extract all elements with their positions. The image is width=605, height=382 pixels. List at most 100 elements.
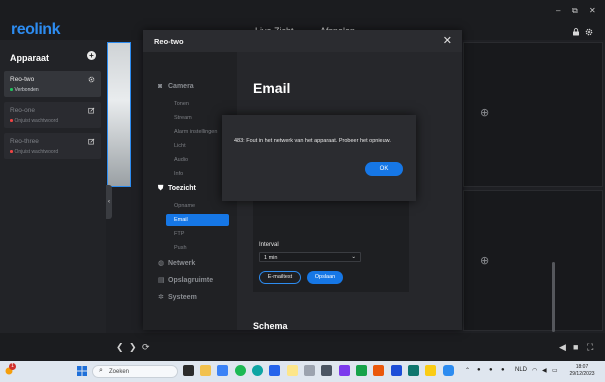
taskbar-search-box[interactable]: ⌕ Zoeken [92, 365, 178, 378]
app-icon[interactable] [425, 365, 436, 376]
error-dialog: 483: Fout in het netwerk van het apparaa… [222, 115, 416, 201]
storage-icon: ▤ [158, 277, 165, 284]
search-placeholder: Zoeken [109, 369, 130, 375]
windows-start-icon[interactable] [77, 366, 87, 379]
notification-badge: 1 [9, 363, 16, 370]
file-explorer-icon[interactable] [200, 365, 211, 376]
device-name: Reo-two [10, 76, 35, 83]
dialog-title: Reo-two [154, 37, 184, 46]
device-item-reo-three[interactable]: Reo-three Onjuist wachtwoord [4, 133, 101, 159]
nav-item-stream[interactable]: Stream [174, 115, 192, 121]
scrollbar[interactable] [552, 262, 555, 332]
sidebar-title: Apparaat [10, 53, 50, 63]
minimize-icon[interactable]: – [556, 6, 560, 15]
add-camera-icon[interactable]: ⊕ [480, 254, 489, 267]
nav-item-alarm-settings[interactable]: Alarm instellingen [174, 129, 217, 135]
nav-section-camera[interactable]: ◙ Camera [158, 83, 194, 90]
window-close-icon[interactable]: ✕ [589, 6, 596, 15]
edit-icon[interactable] [88, 107, 95, 116]
tray-app-icon[interactable]: ● [501, 367, 505, 373]
app-icon[interactable] [339, 365, 350, 376]
device-item-reo-two[interactable]: Reo-two Verbonden [4, 71, 101, 97]
spotify-icon[interactable] [235, 365, 246, 376]
tray-app-icon[interactable]: ● [477, 367, 481, 373]
nav-item-push[interactable]: Push [174, 245, 187, 251]
globe-icon: ◍ [158, 260, 165, 267]
sticky-notes-icon[interactable] [287, 365, 298, 376]
online-dot-icon [10, 88, 13, 91]
tray-app-icon[interactable]: ● [489, 367, 493, 373]
nav-item-display[interactable]: Tonen [174, 101, 189, 107]
nav-section-monitoring[interactable]: ⛊ Toezicht [158, 185, 196, 193]
save-button[interactable]: Opslaan [307, 271, 343, 284]
device-sidebar: Apparaat + Reo-two Verbonden Reo-one Onj… [0, 40, 106, 333]
nav-section-storage[interactable]: ▤ Opslagruimte [158, 276, 213, 284]
layout-grid-icon[interactable]: ■ [573, 342, 578, 352]
refresh-icon[interactable]: ⟳ [142, 342, 150, 353]
email-test-button[interactable]: E-mailtest [259, 271, 301, 284]
offline-dot-icon [10, 119, 13, 122]
nav-section-network[interactable]: ◍ Netwerk [158, 259, 195, 267]
settings-gear-icon[interactable] [585, 28, 593, 38]
gear-icon: ✲ [158, 294, 164, 301]
camera-icon: ◙ [158, 83, 163, 90]
word-icon[interactable] [391, 365, 402, 376]
nav-item-recording[interactable]: Opname [174, 203, 195, 209]
app-icon[interactable] [269, 365, 280, 376]
wifi-icon[interactable]: ◠ [532, 367, 537, 374]
camera-preview-image[interactable] [107, 42, 131, 187]
nav-item-light[interactable]: Licht [174, 143, 186, 149]
language-indicator[interactable]: NLD [515, 367, 527, 373]
add-camera-icon[interactable]: ⊕ [480, 106, 489, 119]
device-name: Reo-one [10, 107, 35, 114]
app-icon[interactable] [321, 365, 332, 376]
task-view-icon[interactable] [183, 365, 194, 376]
schedule-heading: Schema [253, 321, 288, 331]
weather-widget[interactable]: 1 [3, 363, 17, 378]
reolink-app: reolink Live Zicht Afspelen – ⧉ ✕ Appara… [0, 0, 605, 361]
page-title: Email [253, 80, 291, 96]
dialog-header: Reo-two ✕ [143, 30, 462, 52]
clock-time: 18:07 [575, 364, 589, 370]
ok-button[interactable]: OK [365, 162, 403, 176]
error-message: 483: Fout in het netwerk van het apparaa… [234, 138, 391, 144]
nav-item-info[interactable]: Info [174, 171, 183, 177]
app-icon[interactable] [304, 365, 315, 376]
tray-chevron-up-icon[interactable]: ⌃ [465, 367, 470, 374]
restore-icon[interactable]: ⧉ [572, 6, 578, 16]
volume-icon[interactable]: ◀ [559, 342, 566, 353]
battery-icon[interactable]: ▭ [552, 367, 558, 374]
app-icon[interactable] [217, 365, 228, 376]
bottom-toolbar: ❮ ❯ ⟳ ◀ ■ ⛶ [0, 333, 605, 361]
interval-select[interactable]: 1 min ⌄ [259, 252, 361, 262]
clock-date: 29/12/2023 [569, 371, 595, 377]
app-icon[interactable] [356, 365, 367, 376]
previous-icon[interactable]: ❮ [116, 342, 124, 353]
nav-section-system[interactable]: ✲ Systeem [158, 293, 197, 301]
shield-icon: ⛊ [158, 185, 164, 192]
lock-icon[interactable] [572, 28, 580, 38]
device-item-reo-one[interactable]: Reo-one Onjuist wachtwoord [4, 102, 101, 128]
speaker-icon[interactable]: ◀ [542, 367, 547, 374]
close-icon[interactable]: ✕ [443, 34, 452, 47]
fullscreen-icon[interactable]: ⛶ [587, 342, 593, 353]
reolink-taskbar-icon[interactable] [443, 365, 454, 376]
add-device-icon[interactable]: + [87, 51, 96, 60]
device-name: Reo-three [10, 138, 39, 145]
edit-icon[interactable] [88, 138, 95, 147]
collapse-sidebar-handle[interactable]: ‹ [106, 185, 112, 219]
app-icon[interactable] [408, 365, 419, 376]
next-icon[interactable]: ❯ [129, 342, 137, 353]
app-icon[interactable] [373, 365, 384, 376]
nav-item-audio[interactable]: Audio [174, 157, 188, 163]
device-status: Onjuist wachtwoord [10, 149, 58, 155]
interval-value: 1 min [264, 254, 278, 261]
gear-icon[interactable] [88, 76, 95, 85]
offline-dot-icon [10, 150, 13, 153]
chevron-down-icon: ⌄ [351, 254, 356, 260]
taskbar-clock[interactable]: 18:07 29/12/2023 [565, 364, 599, 378]
edge-icon[interactable] [252, 365, 263, 376]
nav-item-email[interactable]: Email [166, 214, 229, 226]
nav-item-ftp[interactable]: FTP [174, 231, 184, 237]
search-icon: ⌕ [99, 367, 103, 374]
